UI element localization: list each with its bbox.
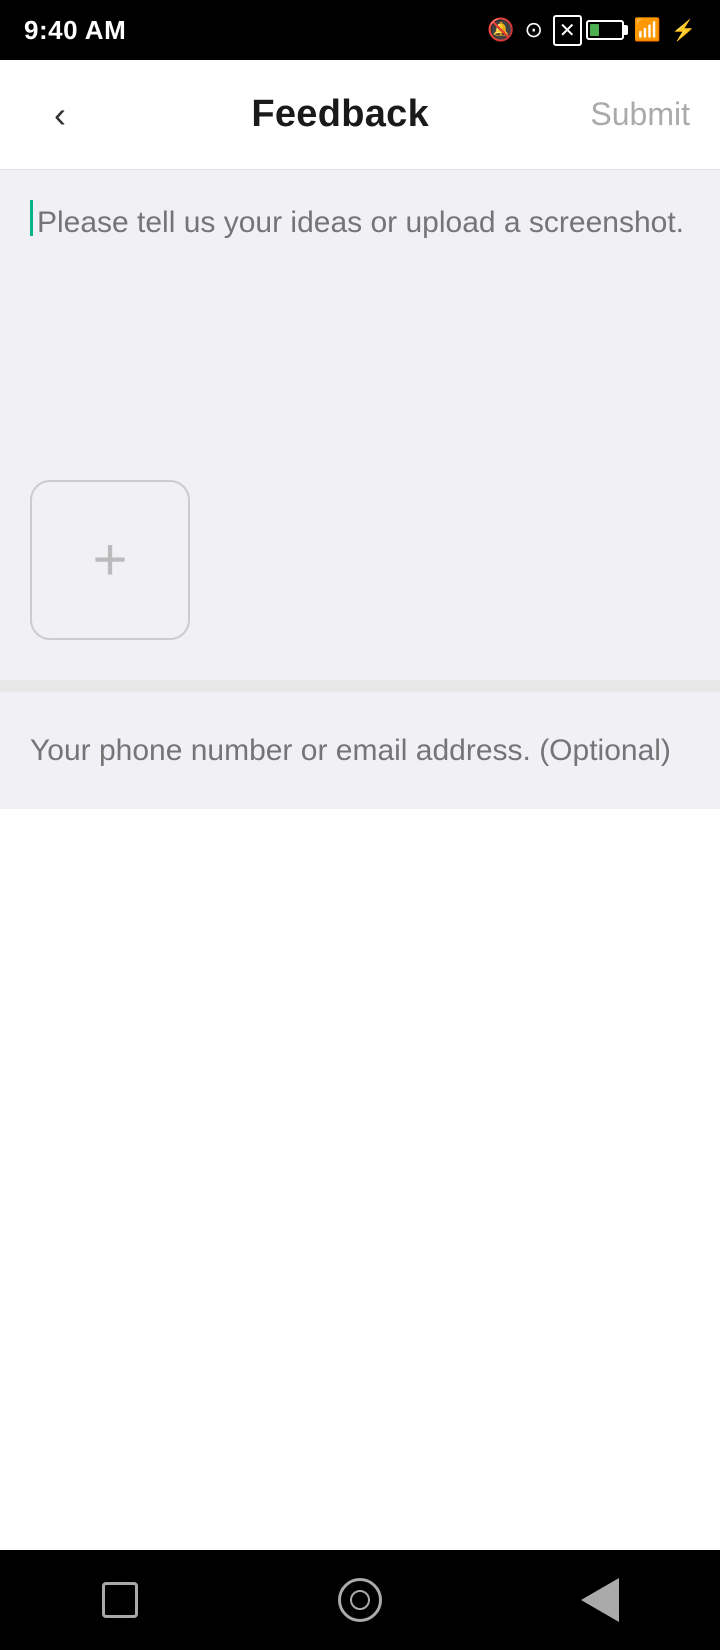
feedback-textarea[interactable] — [37, 200, 690, 470]
section-divider — [0, 680, 720, 692]
back-button[interactable]: ‹ — [30, 85, 90, 145]
status-time: 9:40 AM — [24, 15, 126, 46]
plus-icon: + — [92, 530, 127, 590]
back-chevron-icon: ‹ — [54, 97, 66, 133]
mute-icon: 🔕 — [487, 17, 514, 43]
page-title: Feedback — [251, 93, 429, 136]
battery-body — [586, 20, 624, 40]
wifi-icon: 📶 — [634, 17, 661, 43]
main-content-area — [0, 809, 720, 1550]
submit-button[interactable]: Submit — [590, 86, 690, 143]
feedback-section: + — [0, 170, 720, 680]
home-button[interactable] — [80, 1560, 160, 1640]
triangle-back-icon — [581, 1578, 619, 1622]
feedback-input-wrapper[interactable] — [30, 200, 690, 470]
battery-x-icon: ✕ — [553, 15, 582, 46]
nav-bar: ‹ Feedback Submit — [0, 60, 720, 170]
status-bar: 9:40 AM 🔕 ⊙ ✕ 📶 ⚡ — [0, 0, 720, 60]
back-nav-button[interactable] — [560, 1560, 640, 1640]
circle-icon — [338, 1578, 382, 1622]
battery-fill — [590, 24, 599, 36]
contact-input[interactable] — [30, 728, 690, 773]
bottom-nav-bar — [0, 1550, 720, 1650]
battery-indicator: ✕ — [553, 15, 624, 46]
text-cursor — [30, 200, 33, 236]
square-icon — [102, 1582, 138, 1618]
location-icon: ⊙ — [524, 17, 542, 43]
contact-section — [0, 692, 720, 809]
status-icons: 🔕 ⊙ ✕ 📶 ⚡ — [487, 15, 696, 46]
bolt-icon: ⚡ — [671, 18, 696, 43]
recents-button[interactable] — [320, 1560, 400, 1640]
upload-screenshot-button[interactable]: + — [30, 480, 190, 640]
